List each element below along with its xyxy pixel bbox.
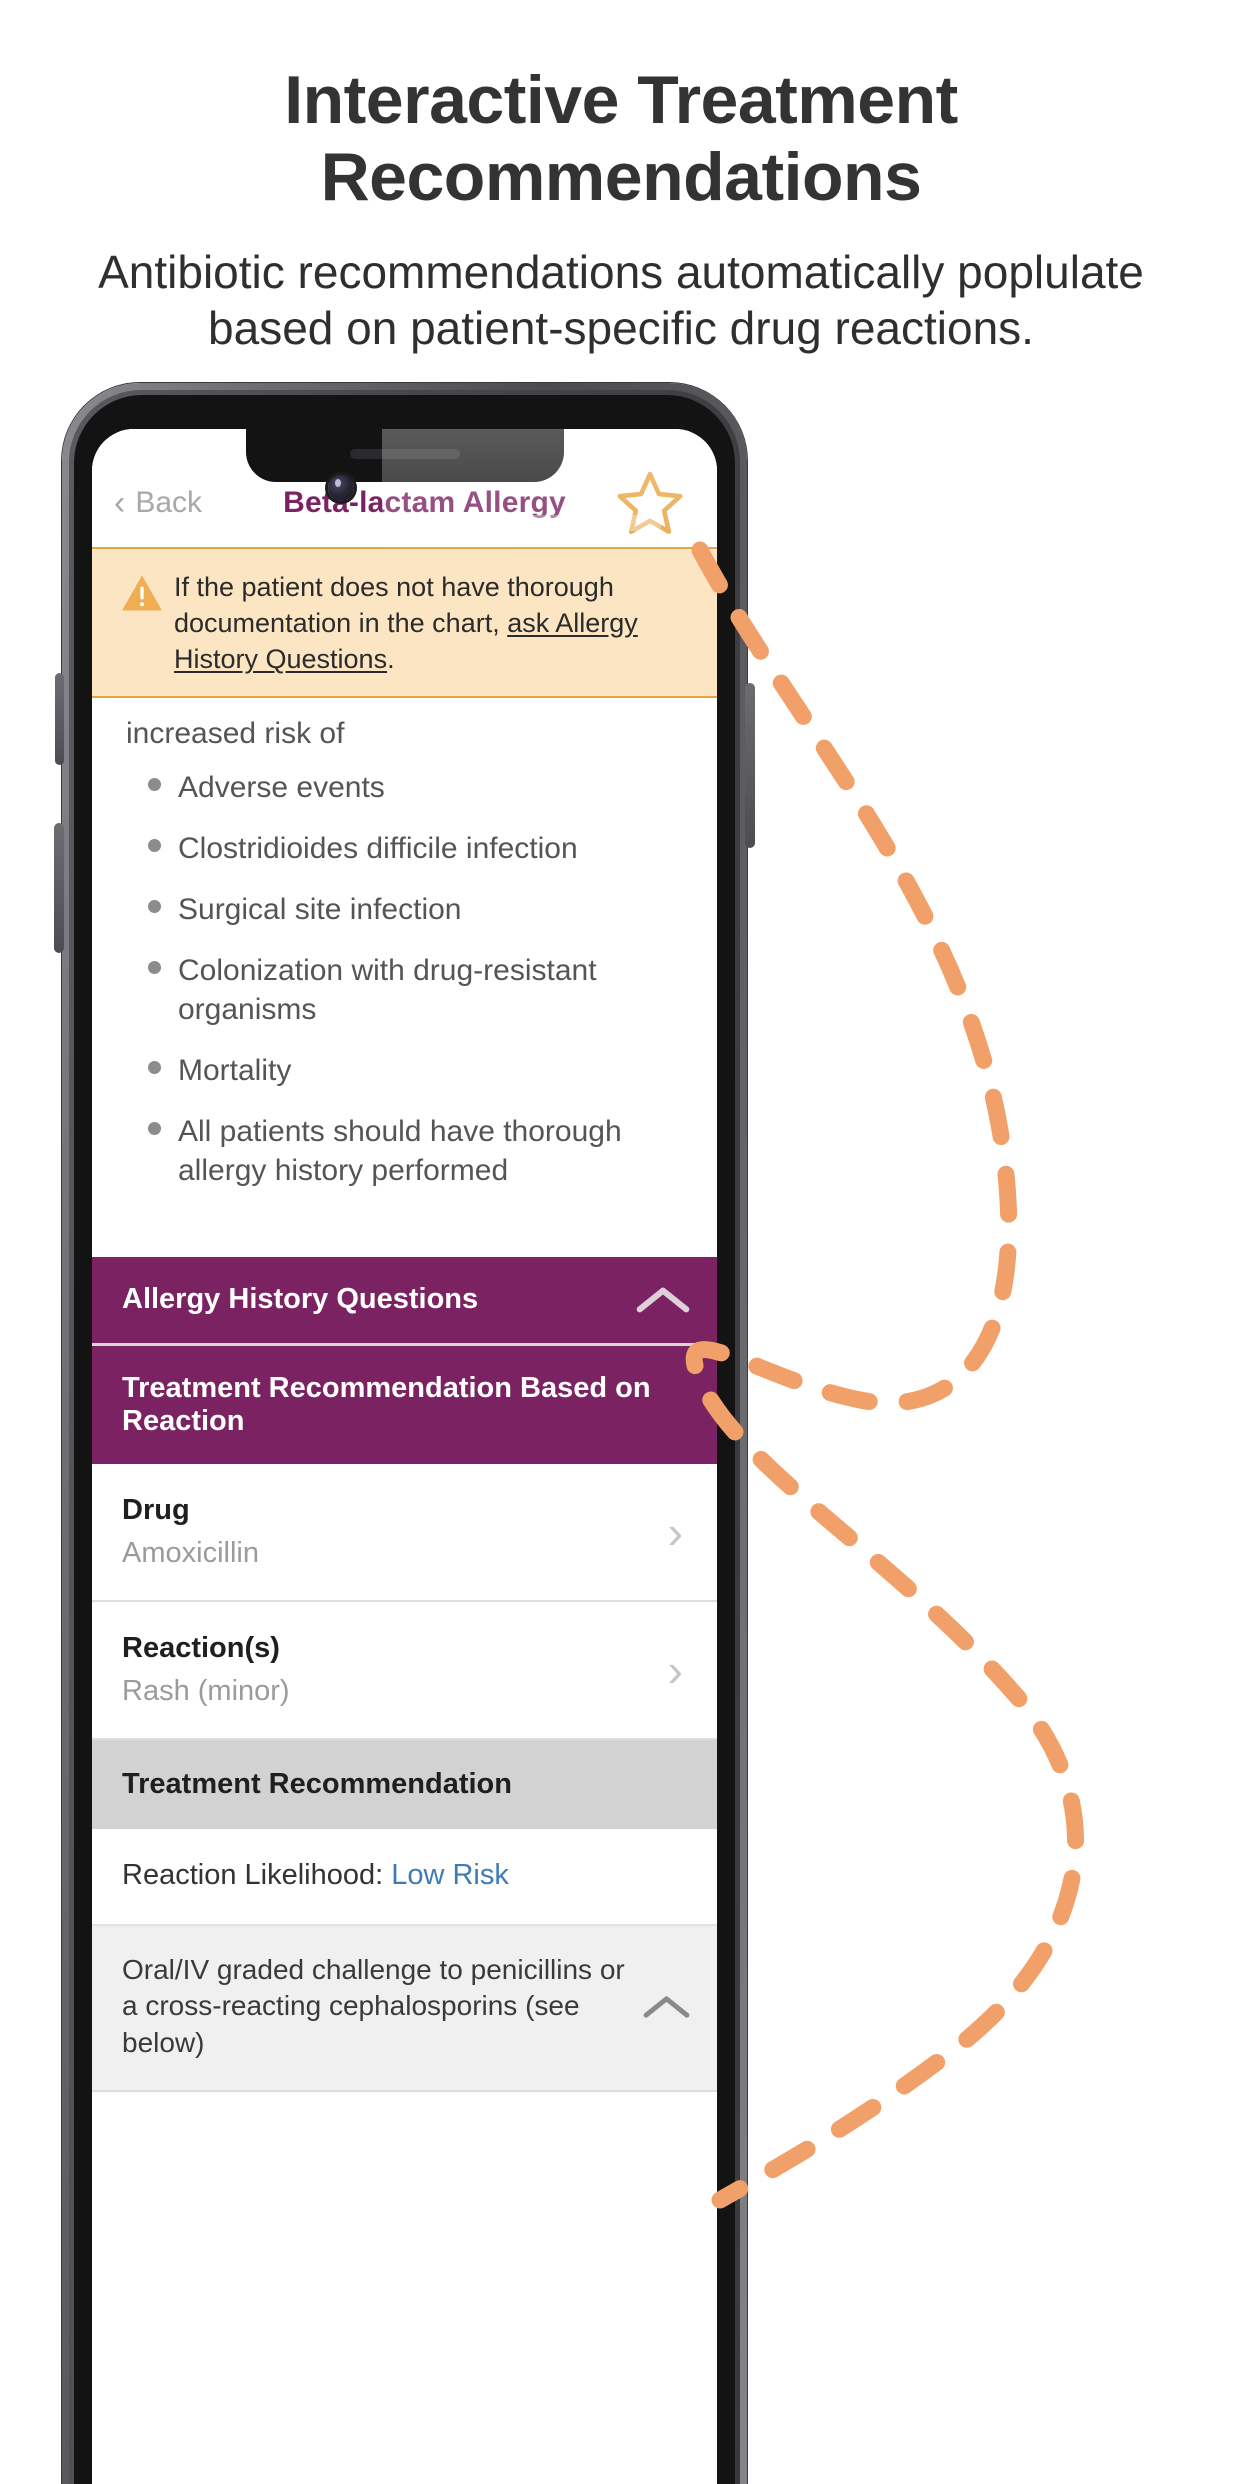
chevron-up-icon [636,1287,690,1312]
list-item: Adverse events [92,757,717,818]
app-view: ‹ Back Beta-lactam Allergy If the patien… [92,429,717,2484]
list-item: All patients should have thorough allerg… [92,1101,717,1201]
section-label: Allergy History Questions [122,1283,479,1316]
alert-text-after: . [387,644,395,675]
risk-bullet-list: Adverse events Clostridioides difficile … [92,753,717,1201]
reaction-likelihood-label: Reaction Likelihood: [122,1858,392,1891]
content-spacer [92,1200,717,1257]
chevron-right-icon: › [667,1505,683,1558]
row-recommendation[interactable]: Oral/IV graded challenge to penicillins … [92,1925,717,2093]
warning-triangle-icon [110,567,174,613]
list-item: Clostridioides difficile infection [92,818,717,879]
row-value: Rash (minor) [122,1674,290,1707]
row-reactions[interactable]: Reaction(s) Rash (minor) › [92,1601,717,1740]
page-subtitle: Antibiotic recommendations automatically… [98,245,1144,354]
allergy-documentation-alert: If the patient does not have thorough do… [92,547,717,698]
row-value: Amoxicillin [122,1536,259,1569]
earpiece-speaker [349,449,460,459]
reaction-likelihood-value[interactable]: Low Risk [391,1859,509,1891]
screen-glare-highlight [392,515,662,531]
promo-header: Interactive Treatment Recommendations An… [0,0,1242,356]
row-drug[interactable]: Drug Amoxicillin › [92,1463,717,1602]
section-label: Treatment Recommendation Based on Reacti… [122,1371,651,1437]
list-item: Mortality [92,1040,717,1101]
chevron-left-icon: ‹ [114,484,126,522]
recommendation-text: Oral/IV graded challenge to penicillins … [122,1953,625,2059]
phone-screen: ‹ Back Beta-lactam Allergy If the patien… [92,429,717,2484]
page-title: Interactive Treatment Recommendations [284,62,958,215]
phone-notch [245,429,564,482]
front-camera-icon [328,475,354,501]
row-reactions-text: Reaction(s) Rash (minor) [122,1632,290,1708]
chevron-right-icon: › [667,1643,683,1696]
power-button[interactable] [745,683,755,848]
list-item: Colonization with drug-resistant organis… [92,940,717,1040]
chevron-up-icon [643,1996,690,2018]
phone-mockup: ‹ Back Beta-lactam Allergy If the patien… [54,383,755,2484]
content-scroll-area[interactable]: increased risk of Adverse events Clostri… [92,697,717,2093]
section-allergy-history-questions[interactable]: Allergy History Questions [92,1256,717,1343]
alert-text: If the patient does not have thorough do… [174,567,693,678]
section-treatment-recommendation-based-on-reaction[interactable]: Treatment Recommendation Based on Reacti… [92,1342,717,1464]
section-treatment-recommendation: Treatment Recommendation [92,1739,717,1829]
row-drug-text: Drug Amoxicillin [122,1494,259,1570]
lead-text: increased risk of [126,716,345,750]
back-button-label: Back [135,486,203,519]
list-item: Surgical site infection [92,879,717,940]
mute-switch[interactable] [55,673,64,765]
promo-page: Interactive Treatment Recommendations An… [0,0,1242,2484]
row-label: Reaction(s) [122,1631,280,1664]
row-label: Drug [122,1493,190,1526]
volume-button[interactable] [54,823,64,953]
row-reaction-likelihood: Reaction Likelihood: Low Risk [92,1828,717,1926]
